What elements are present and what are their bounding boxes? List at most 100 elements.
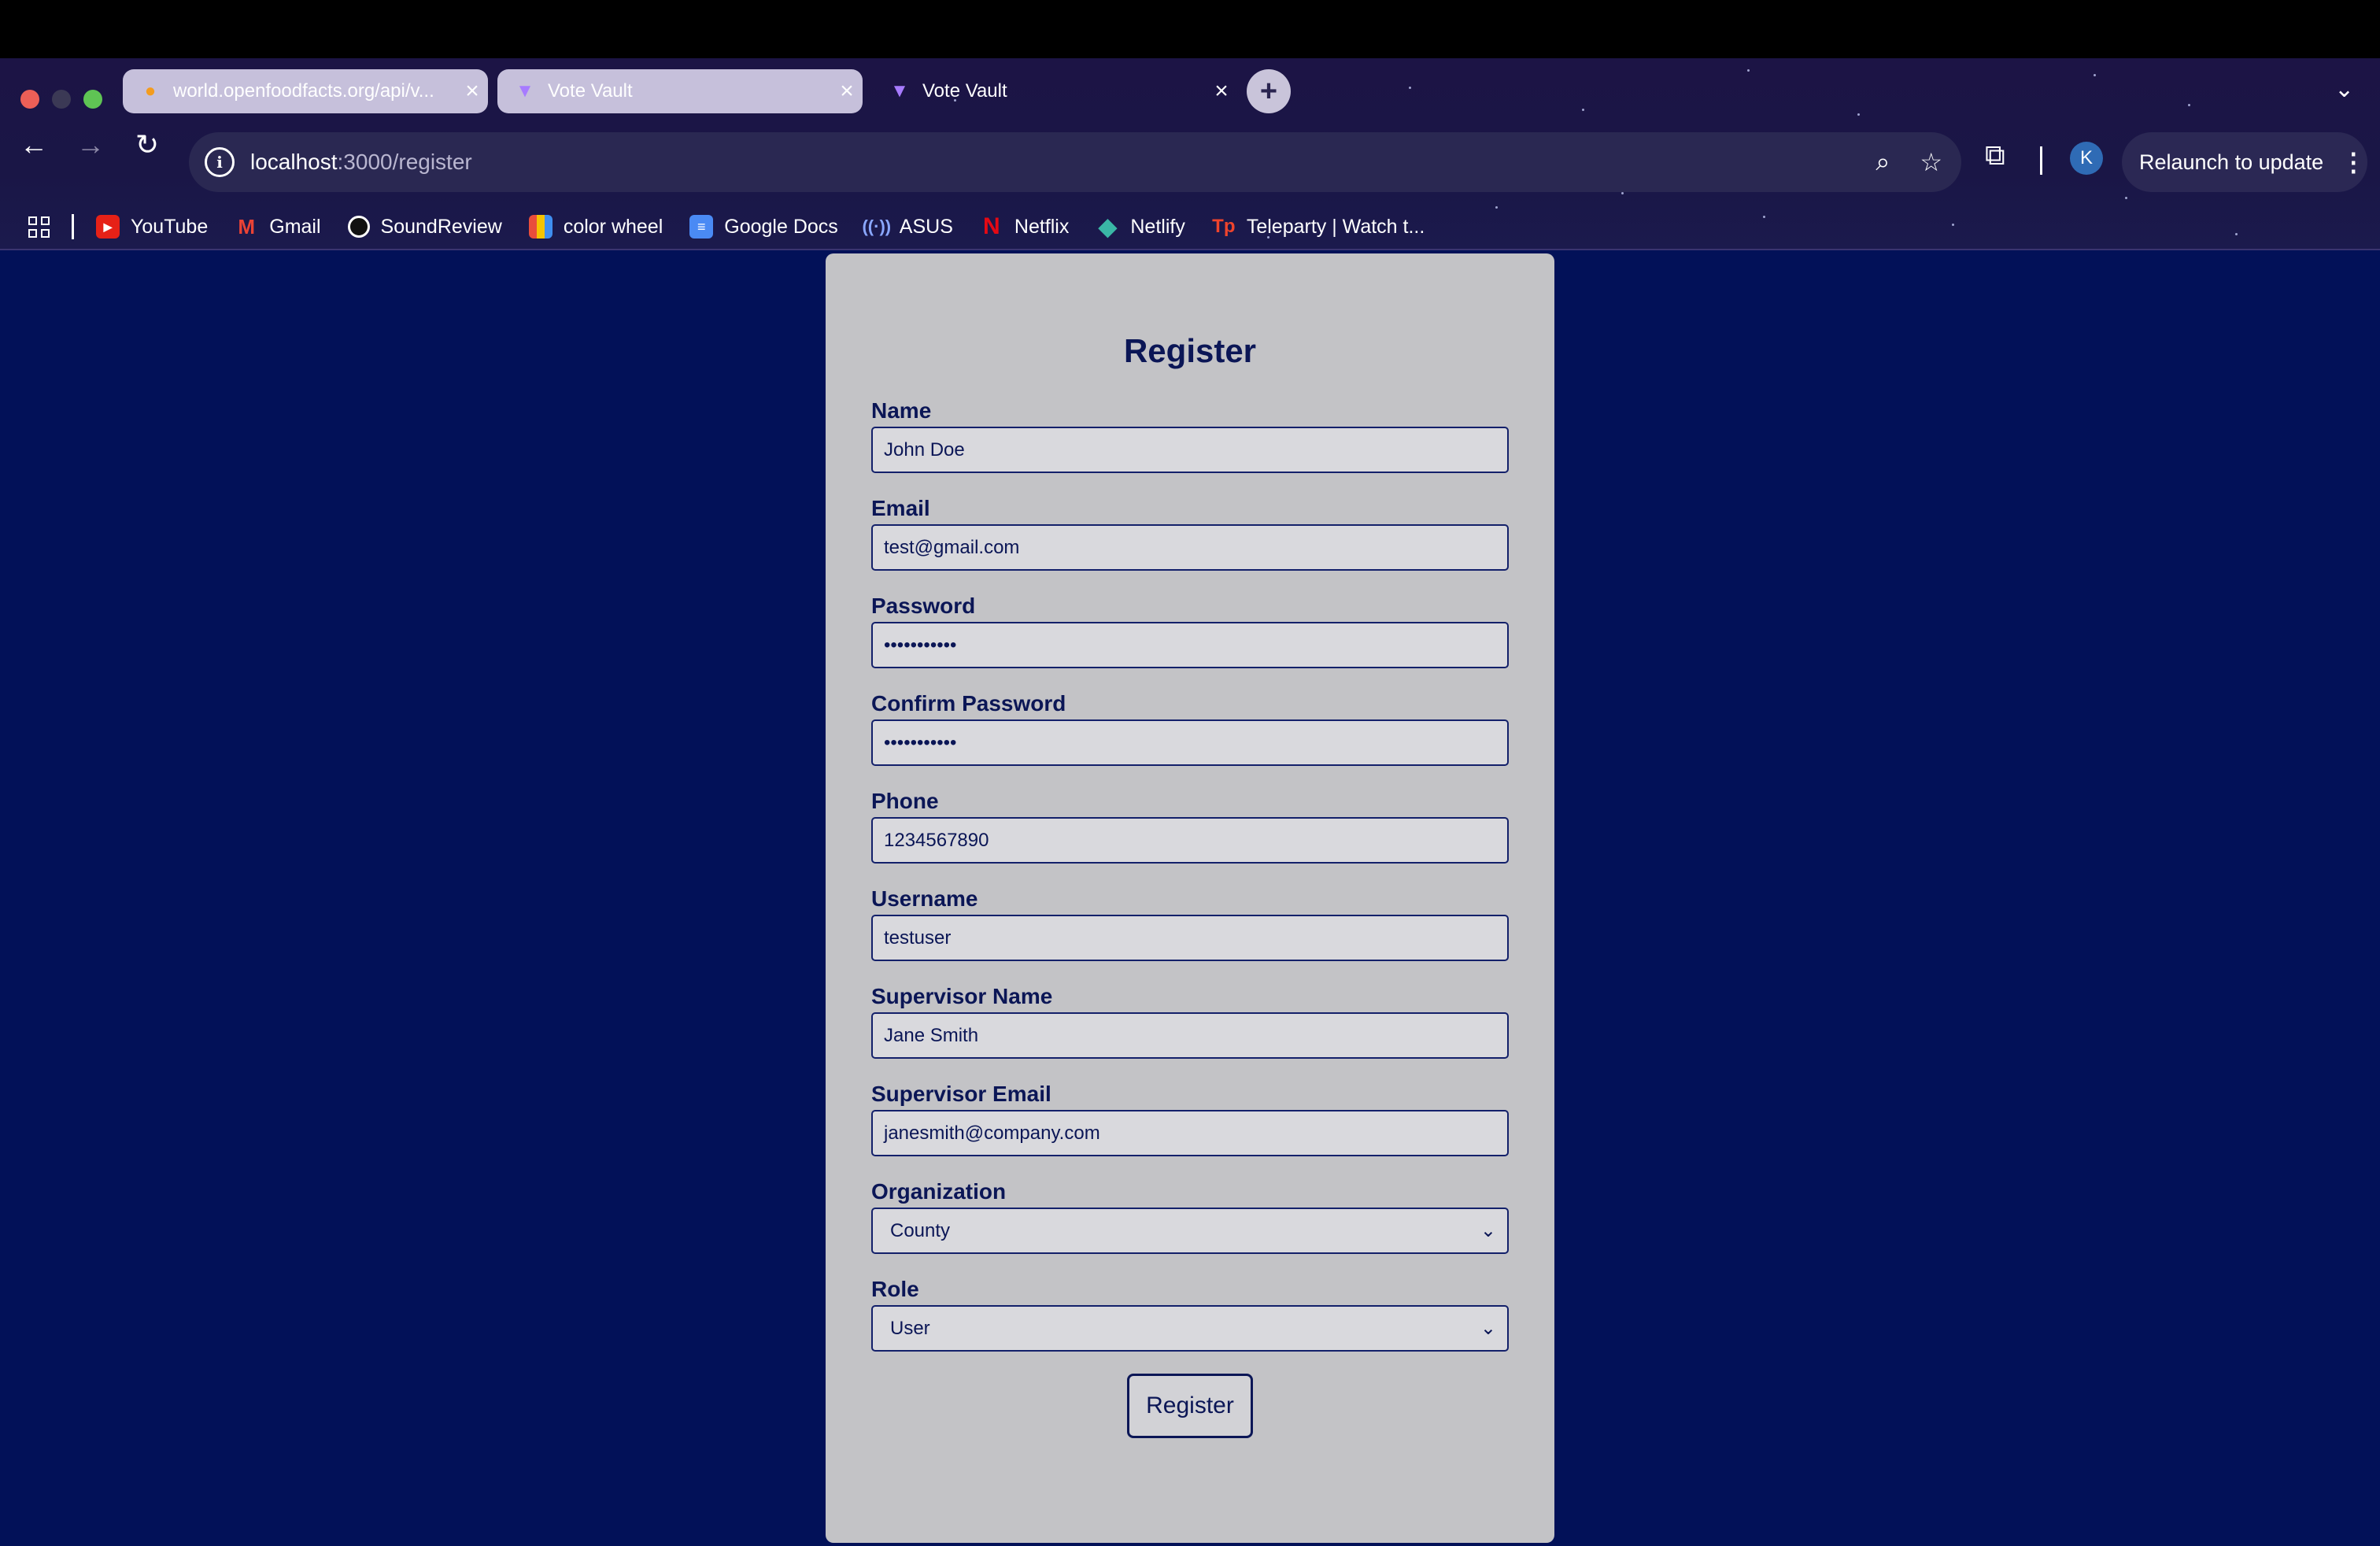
relaunch-button[interactable]: Relaunch to update ⋮ [2122,132,2367,192]
back-arrow-icon[interactable]: ← [14,128,54,162]
phone-label: Phone [871,789,939,813]
relaunch-label: Relaunch to update [2139,150,2324,174]
star-decoration [2125,197,2127,199]
zoom-icon[interactable]: ⌕ [1876,147,1890,177]
username-field-group: Username testuser [871,886,1509,961]
close-tab-icon[interactable]: × [456,78,488,105]
bookmark-soundreview[interactable]: SoundReview [347,215,502,239]
bookmark-label: YouTube [131,215,209,238]
password-field-group: Password ••••••••••• [871,594,1509,668]
name-field-group: Name John Doe [871,398,1509,473]
star-decoration [1763,216,1765,218]
new-tab-button[interactable]: + [1247,69,1291,113]
tab-vote-vault-2[interactable]: ▼ Vote Vault × [872,69,1237,113]
organization-label: Organization [871,1179,1007,1204]
address-bar[interactable]: i localhost:3000/register ⌕ ☆ [189,132,1961,192]
star-decoration [1621,192,1624,194]
bookmark-youtube[interactable]: ▶ YouTube [96,215,208,239]
organization-selected-value: County [890,1219,951,1241]
openfoodfacts-icon: ● [144,80,157,102]
page-background: Register Name John Doe Email test@gmail.… [0,250,2380,1546]
bookmark-star-icon[interactable]: ☆ [1920,147,1942,177]
bookmark-color-wheel[interactable]: color wheel [528,215,663,239]
vite-icon: ▼ [890,80,909,102]
tab-title: world.openfoodfacts.org/api/v... [173,80,434,102]
role-field-group: Role User ⌄ [871,1277,1509,1352]
bookmark-label: Netlify [1130,215,1185,238]
bookmark-google-docs[interactable]: ≡ Google Docs [689,215,838,239]
bookmark-label: SoundReview [380,215,502,238]
organization-select[interactable]: County ⌄ [871,1208,1509,1254]
macos-menu-strip [0,0,2380,58]
star-decoration [2188,104,2190,106]
bookmark-label: ASUS [899,215,953,238]
password-input[interactable]: ••••••••••• [871,622,1509,668]
chevron-down-icon: ⌄ [1480,1220,1496,1241]
tab-vote-vault-1[interactable]: ▼ Vote Vault × [497,69,863,113]
star-decoration [1495,206,1498,209]
confirm-password-label: Confirm Password [871,691,1066,716]
close-tab-icon[interactable]: × [1206,78,1237,105]
asus-icon: ((·)) [862,216,892,236]
bookmark-netlify[interactable]: ◆ Netlify [1096,213,1185,240]
tab-openfoodfacts[interactable]: ● world.openfoodfacts.org/api/v... × [123,69,488,113]
close-tab-icon[interactable]: × [831,78,863,105]
google-docs-icon: ≡ [689,215,714,239]
bookmarks-divider [72,214,74,239]
teleparty-icon: Tp [1212,216,1236,237]
site-info-icon[interactable]: i [205,147,235,177]
bookmark-teleparty[interactable]: Tp Teleparty | Watch t... [1212,215,1425,239]
role-selected-value: User [890,1317,930,1339]
bookmark-label: color wheel [563,215,663,238]
star-decoration [1582,109,1584,111]
username-input[interactable]: testuser [871,915,1509,961]
apps-grid-icon[interactable] [28,216,50,238]
phone-field-group: Phone 1234567890 [871,789,1509,864]
tab-search-chevron-icon[interactable]: ⌄ [2334,76,2354,103]
email-input[interactable]: test@gmail.com [871,524,1509,571]
bookmark-netflix[interactable]: N Netflix [980,213,1069,239]
phone-input[interactable]: 1234567890 [871,817,1509,864]
email-field-group: Email test@gmail.com [871,496,1509,571]
reload-icon[interactable]: ↻ [128,128,167,162]
bookmark-label: Teleparty | Watch t... [1246,215,1425,238]
chevron-down-icon: ⌄ [1480,1318,1496,1339]
role-label: Role [871,1277,919,1301]
youtube-icon: ▶ [96,215,120,239]
name-label: Name [871,398,932,423]
email-label: Email [871,496,930,520]
name-input[interactable]: John Doe [871,427,1509,473]
confirm-password-input[interactable]: ••••••••••• [871,719,1509,766]
star-decoration [2094,74,2096,76]
supervisor-name-input[interactable]: Jane Smith [871,1012,1509,1059]
bookmarks-bar: ▶ YouTube M Gmail SoundReview color wheel … [0,205,1451,249]
vite-icon: ▼ [516,80,534,102]
close-window-button[interactable] [20,90,39,109]
star-decoration [1952,224,1954,226]
bookmark-asus[interactable]: ((·)) ASUS [862,215,953,239]
gmail-icon: M [238,214,256,239]
soundreview-icon [347,216,370,238]
star-decoration [1857,113,1860,116]
supervisor-name-label: Supervisor Name [871,984,1053,1008]
star-decoration [2235,233,2238,235]
register-button[interactable]: Register [1127,1374,1253,1438]
url-host: localhost [250,150,338,174]
minimize-window-button[interactable] [52,90,71,109]
browser-chrome: ● world.openfoodfacts.org/api/v... × ▼ V… [0,58,2380,249]
supervisor-email-field-group: Supervisor Email janesmith@company.com [871,1082,1509,1156]
star-decoration [1409,87,1411,89]
supervisor-name-field-group: Supervisor Name Jane Smith [871,984,1509,1059]
netlify-icon: ◆ [1098,213,1117,240]
role-select[interactable]: User ⌄ [871,1305,1509,1352]
color-wheel-icon [528,215,552,239]
forward-arrow-icon[interactable]: → [71,128,110,162]
maximize-window-button[interactable] [83,90,102,109]
tab-title: Vote Vault [548,80,633,102]
profile-avatar[interactable]: K [2070,142,2103,175]
bookmark-label: Gmail [269,215,321,238]
bookmark-gmail[interactable]: M Gmail [235,215,320,239]
supervisor-email-input[interactable]: janesmith@company.com [871,1110,1509,1156]
kebab-menu-icon[interactable]: ⋮ [2341,147,2366,177]
extensions-puzzle-icon[interactable]: ⧉ [1985,139,2005,172]
